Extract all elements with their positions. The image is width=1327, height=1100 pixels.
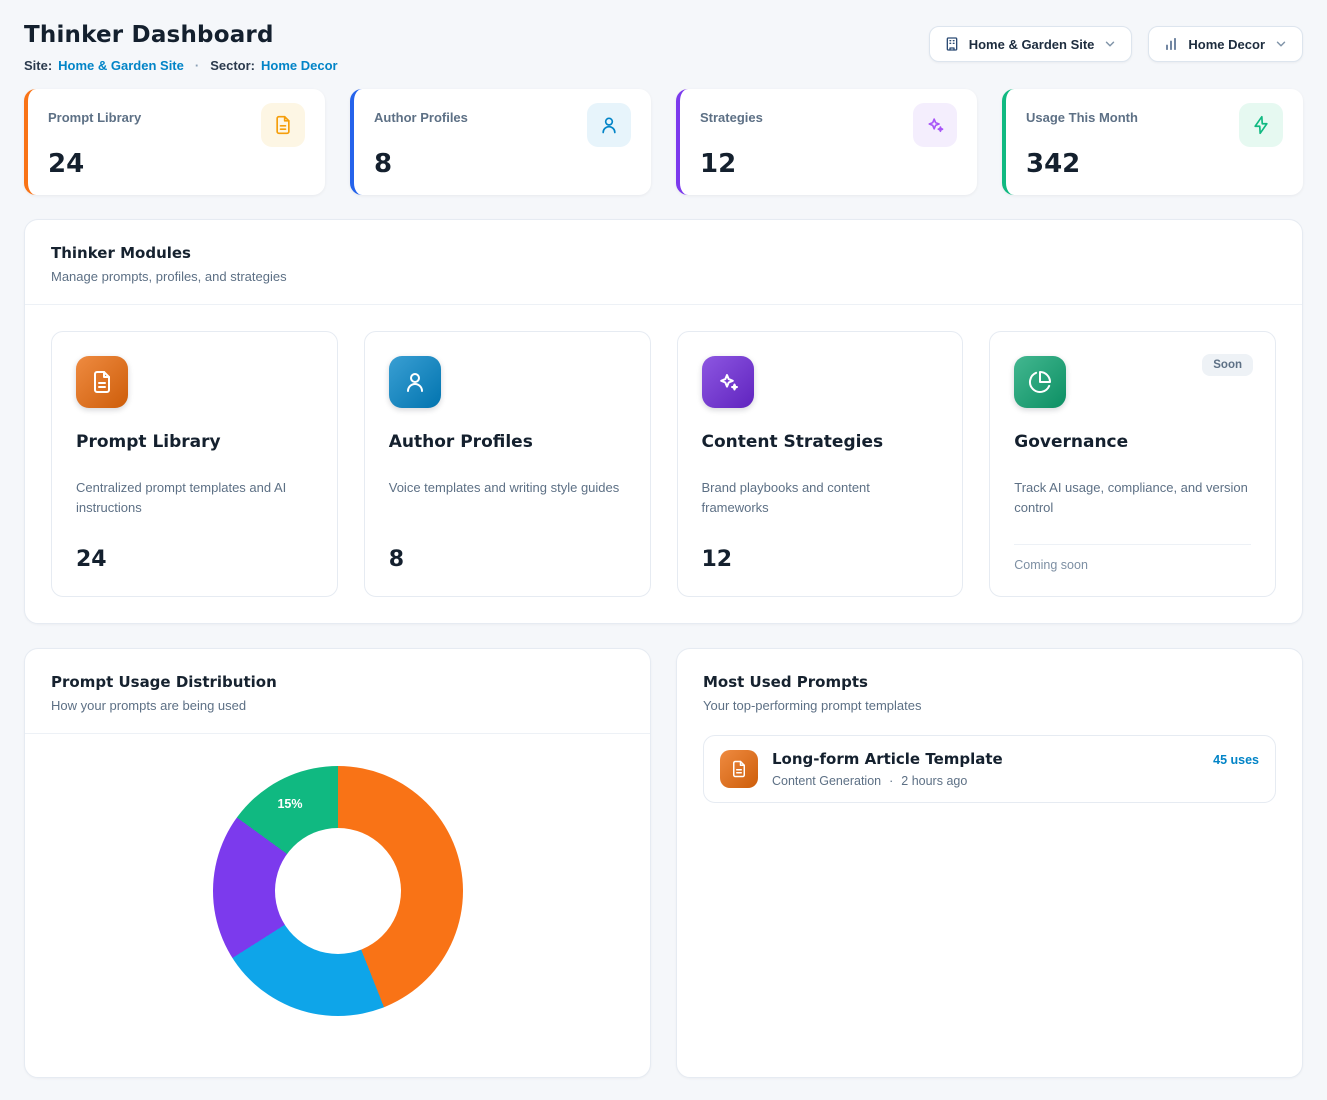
user-icon — [587, 103, 631, 147]
stat-value: 12 — [700, 149, 957, 179]
prompt-item-meta: Content Generation · 2 hours ago — [772, 774, 1199, 788]
module-count: 24 — [76, 531, 313, 572]
meta-separator: · — [889, 774, 893, 788]
chevron-down-icon — [1274, 37, 1288, 51]
module-card-content-strategies[interactable]: Content Strategies Brand playbooks and c… — [677, 331, 964, 597]
uses-badge: 45 uses — [1213, 750, 1259, 767]
breadcrumb: Site: Home & Garden Site · Sector: Home … — [24, 58, 338, 73]
prompts-panel-header: Most Used Prompts Your top-performing pr… — [677, 649, 1302, 733]
prompt-item-title: Long-form Article Template — [772, 750, 1003, 768]
usage-panel-title: Prompt Usage Distribution — [51, 673, 624, 691]
sparkle-star-icon — [702, 356, 754, 408]
module-title: Content Strategies — [702, 432, 939, 452]
prompts-panel-subtitle: Your top-performing prompt templates — [703, 698, 1276, 713]
usage-distribution-panel: Prompt Usage Distribution How your promp… — [24, 648, 651, 1078]
prompts-panel-title: Most Used Prompts — [703, 673, 1276, 691]
document-icon — [261, 103, 305, 147]
module-description: Brand playbooks and content frameworks — [702, 478, 939, 518]
stat-card-strategies: Strategies 12 — [676, 89, 977, 195]
page-title: Thinker Dashboard — [24, 22, 338, 48]
usage-panel-subtitle: How your prompts are being used — [51, 698, 624, 713]
coming-soon-label: Coming soon — [1014, 544, 1251, 572]
header: Thinker Dashboard Site: Home & Garden Si… — [24, 22, 1303, 73]
sparkle-star-icon — [913, 103, 957, 147]
stat-card-author-profiles: Author Profiles 8 — [350, 89, 651, 195]
module-card-prompt-library[interactable]: Prompt Library Centralized prompt templa… — [51, 331, 338, 597]
pie-chart-icon — [1014, 356, 1066, 408]
dashboard-page: Thinker Dashboard Site: Home & Garden Si… — [0, 0, 1327, 1100]
document-icon — [720, 750, 758, 788]
stat-label: Strategies — [700, 103, 763, 125]
lightning-icon — [1239, 103, 1283, 147]
site-link[interactable]: Home & Garden Site — [58, 58, 184, 73]
chart-area: 15% — [25, 734, 650, 1016]
modules-panel: Thinker Modules Manage prompts, profiles… — [24, 219, 1303, 624]
prompt-item-time: 2 hours ago — [901, 774, 967, 788]
modules-title: Thinker Modules — [51, 244, 1276, 262]
module-count: 12 — [702, 531, 939, 572]
sector-dropdown-label: Home Decor — [1188, 37, 1265, 52]
sector-label: Sector: — [210, 58, 255, 73]
stats-row: Prompt Library 24 Author Profiles 8 Stra… — [24, 89, 1303, 195]
user-icon — [389, 356, 441, 408]
document-icon — [76, 356, 128, 408]
most-used-prompts-panel: Most Used Prompts Your top-performing pr… — [676, 648, 1303, 1078]
header-selectors: Home & Garden Site Home Decor — [929, 22, 1303, 62]
stat-value: 342 — [1026, 149, 1283, 179]
module-description: Centralized prompt templates and AI inst… — [76, 478, 313, 518]
site-dropdown-label: Home & Garden Site — [969, 37, 1095, 52]
prompt-item-category: Content Generation — [772, 774, 881, 788]
modules-subtitle: Manage prompts, profiles, and strategies — [51, 269, 1276, 284]
donut-chart: 15% — [213, 766, 463, 1016]
breadcrumb-separator: · — [195, 58, 199, 73]
building-icon — [944, 36, 960, 52]
sector-dropdown[interactable]: Home Decor — [1148, 26, 1303, 62]
module-description: Track AI usage, compliance, and version … — [1014, 478, 1251, 518]
module-count: 8 — [389, 531, 626, 572]
sector-link[interactable]: Home Decor — [261, 58, 338, 73]
modules-panel-header: Thinker Modules Manage prompts, profiles… — [25, 220, 1302, 305]
chevron-down-icon — [1103, 37, 1117, 51]
modules-grid: Prompt Library Centralized prompt templa… — [25, 305, 1302, 623]
module-title: Prompt Library — [76, 432, 313, 452]
module-card-governance[interactable]: Soon Governance Track AI usage, complian… — [989, 331, 1276, 597]
usage-panel-header: Prompt Usage Distribution How your promp… — [25, 649, 650, 734]
stat-label: Prompt Library — [48, 103, 141, 125]
bar-chart-icon — [1163, 36, 1179, 52]
stat-value: 24 — [48, 149, 305, 179]
stat-label: Author Profiles — [374, 103, 468, 125]
header-left: Thinker Dashboard Site: Home & Garden Si… — [24, 22, 338, 73]
donut-label: 15% — [277, 797, 302, 811]
module-description: Voice templates and writing style guides — [389, 478, 626, 498]
module-card-author-profiles[interactable]: Author Profiles Voice templates and writ… — [364, 331, 651, 597]
prompts-list: Long-form Article Template Content Gener… — [677, 733, 1302, 829]
list-item[interactable]: Long-form Article Template Content Gener… — [703, 735, 1276, 803]
soon-badge: Soon — [1202, 354, 1253, 376]
stat-label: Usage This Month — [1026, 103, 1138, 125]
stat-card-usage: Usage This Month 342 — [1002, 89, 1303, 195]
site-dropdown[interactable]: Home & Garden Site — [929, 26, 1133, 62]
module-title: Governance — [1014, 432, 1251, 452]
site-label: Site: — [24, 58, 52, 73]
stat-card-prompt-library: Prompt Library 24 — [24, 89, 325, 195]
module-title: Author Profiles — [389, 432, 626, 452]
bottom-row: Prompt Usage Distribution How your promp… — [24, 648, 1303, 1078]
prompt-item-body: Long-form Article Template Content Gener… — [772, 750, 1199, 788]
stat-value: 8 — [374, 149, 631, 179]
